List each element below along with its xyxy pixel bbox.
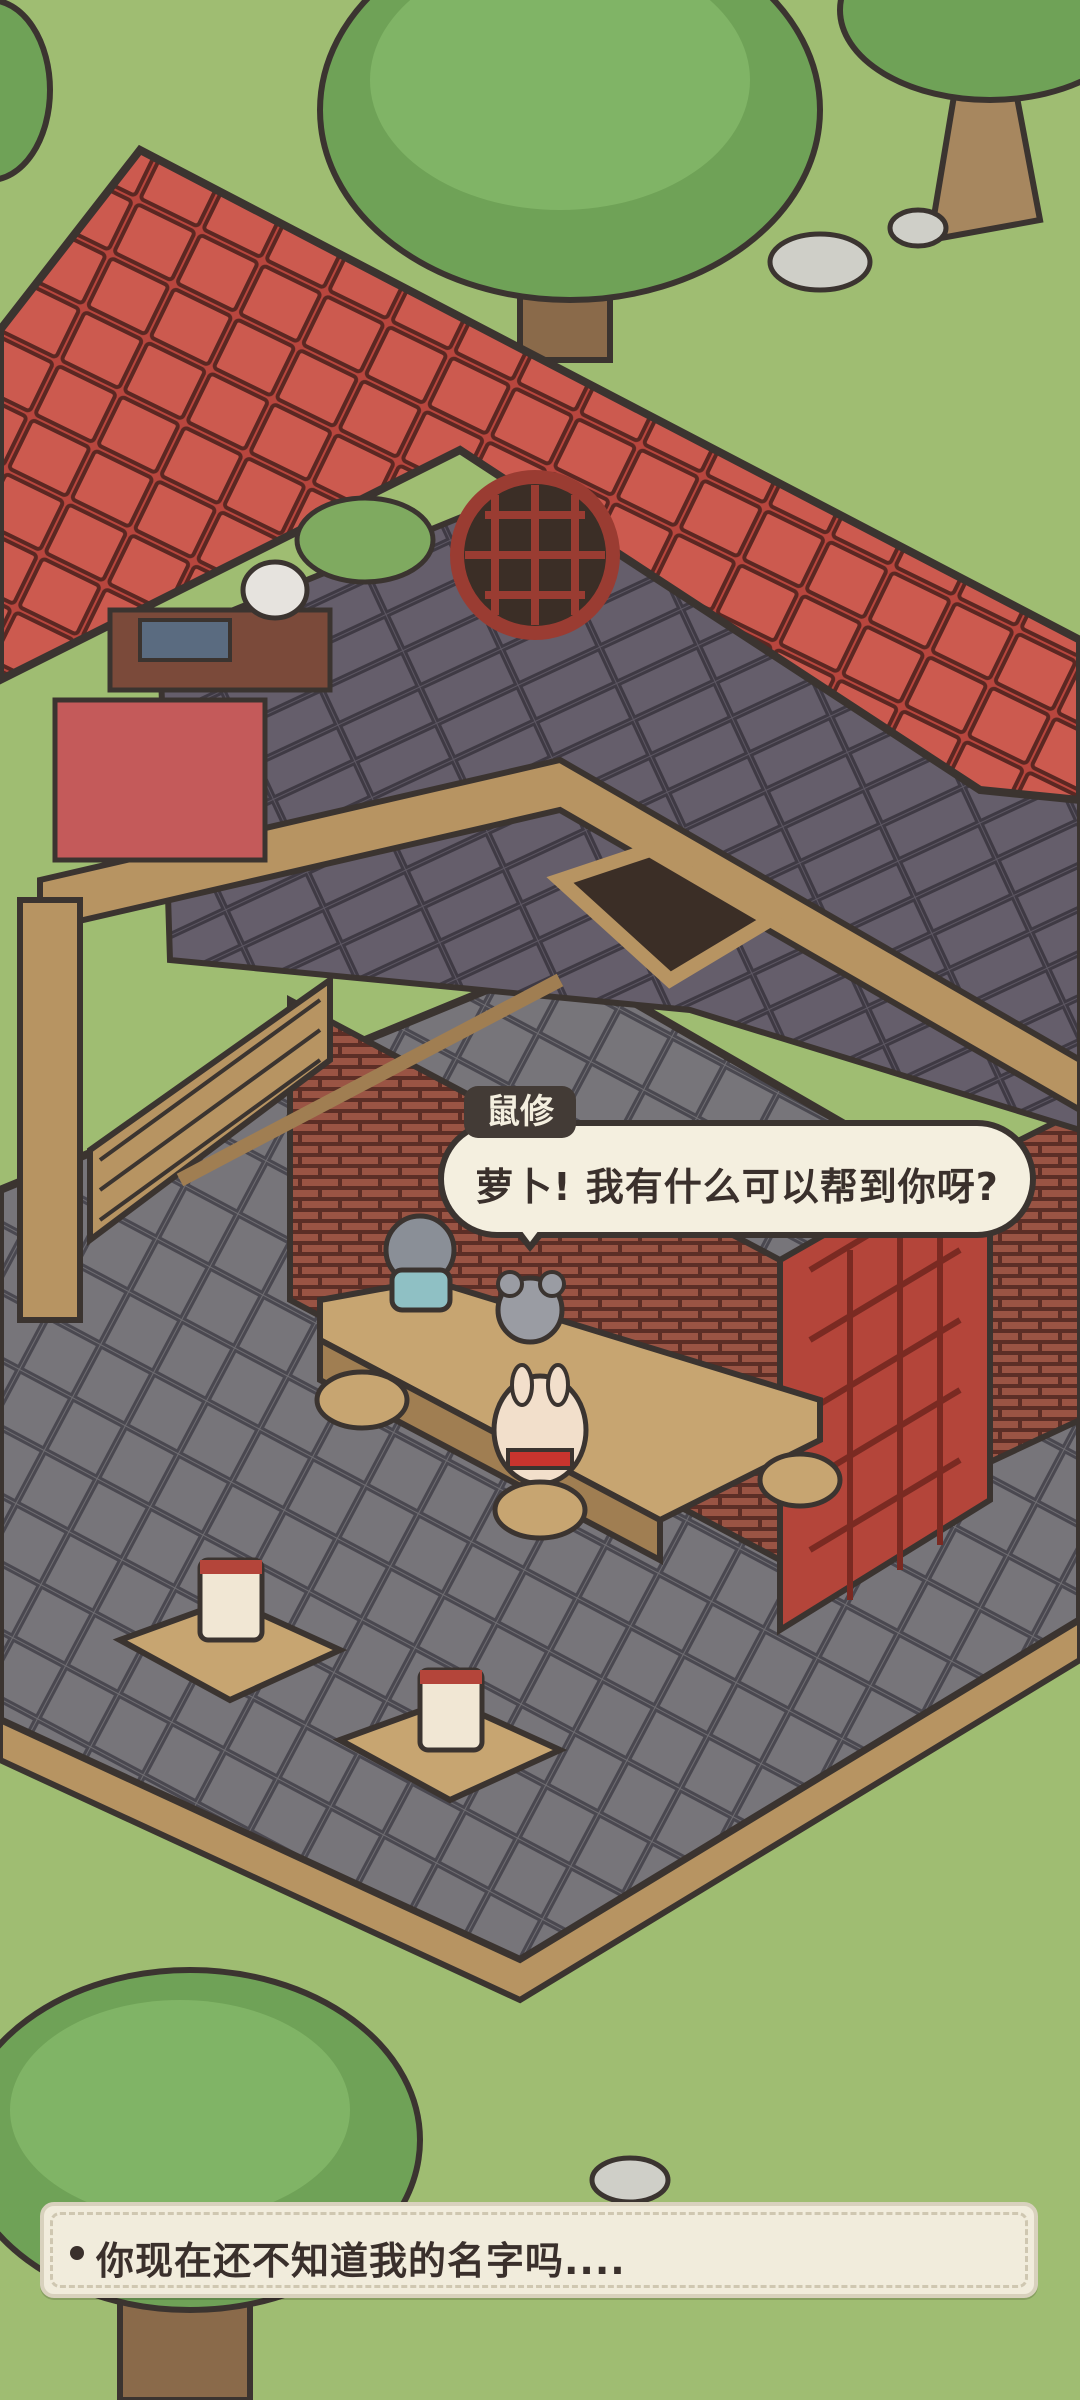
book [138,618,232,662]
cat-character[interactable] [383,1213,457,1313]
dialogue-text: 萝卜! 我有什么可以帮到你呀? [475,1165,999,1209]
bed [52,697,268,863]
rock [767,231,873,293]
speaker-name-tag: 鼠修 [464,1086,576,1138]
round-window [450,470,620,640]
rock-bottom [589,2155,671,2205]
pillar-left [17,897,83,1323]
narration-box[interactable]: 你现在还不知道我的名字吗.... [40,2202,1038,2298]
game-scene[interactable]: 萝卜! 我有什么可以帮到你呀? 鼠修 你现在还不知道我的名字吗.... [0,0,1080,2400]
teapot [240,559,310,621]
narration-text: 你现在还不知道我的名字吗.... [96,2239,626,2283]
bullet-dot-icon [70,2246,84,2260]
mouse-shopkeeper[interactable] [495,1270,566,1345]
rock-small [887,207,949,249]
bonsai [294,495,436,585]
speech-bubble-tail-fill [518,1226,542,1242]
